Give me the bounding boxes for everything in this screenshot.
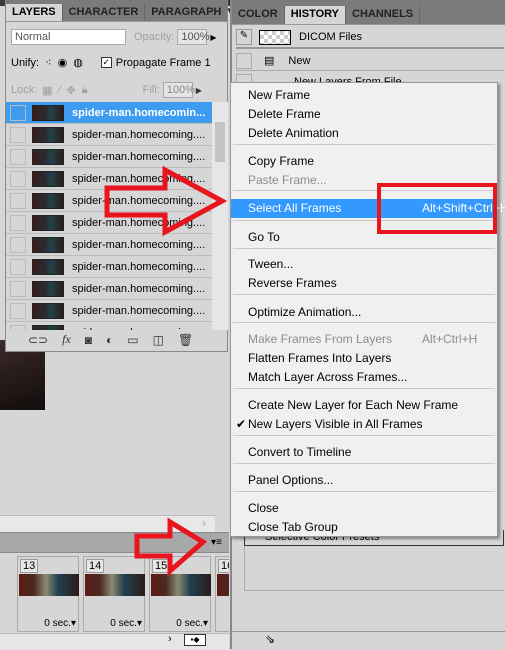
red-arrow-annotation bbox=[104, 165, 228, 237]
red-box-annotation bbox=[377, 183, 497, 234]
red-arrow-annotation bbox=[134, 517, 208, 577]
annotation-overlay bbox=[104, 165, 497, 577]
